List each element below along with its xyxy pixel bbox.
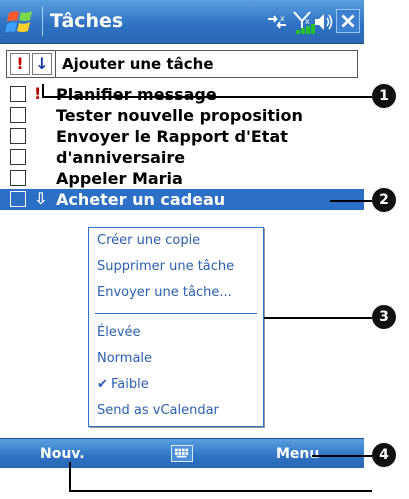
windows-flag-icon[interactable] xyxy=(5,6,37,38)
callout-line-2 xyxy=(330,200,372,202)
volume-icon[interactable] xyxy=(313,10,335,34)
svg-text:x: x xyxy=(280,14,285,23)
add-task-input[interactable] xyxy=(55,51,357,77)
menu-separator xyxy=(95,313,257,314)
priority-high-icon: ! xyxy=(34,84,42,103)
task-label: d'anniversaire xyxy=(56,148,186,167)
callout-line-1-stem xyxy=(42,84,44,97)
menu-item-delete[interactable]: Supprimer une tâche xyxy=(89,256,263,278)
softkey-bar: Nouv. Menu xyxy=(0,438,364,468)
priority-low-button[interactable]: ↓ xyxy=(32,53,52,75)
task-row[interactable]: Envoyer le Rapport d'Etat xyxy=(0,126,364,147)
add-task-toolbar: ! ↓ xyxy=(6,50,358,78)
close-icon[interactable] xyxy=(336,9,360,33)
new-softkey-button[interactable]: Nouv. xyxy=(40,443,85,465)
task-row-selected[interactable]: ⇩ Acheter un cadeau xyxy=(0,189,364,210)
task-row[interactable]: d'anniversaire xyxy=(0,147,364,168)
task-checkbox[interactable] xyxy=(10,191,26,207)
context-menu: Créer une copie Supprimer une tâche Envo… xyxy=(88,227,264,427)
task-checkbox[interactable] xyxy=(10,149,26,165)
callout-4: 4 xyxy=(372,443,396,467)
callout-1: 1 xyxy=(372,84,396,108)
task-label: Tester nouvelle proposition xyxy=(56,106,303,125)
menu-item-label: Faible xyxy=(111,377,149,392)
callout-line-1 xyxy=(42,96,372,98)
callout-2: 2 xyxy=(372,188,396,212)
menu-item-priority-high[interactable]: Élevée xyxy=(89,322,263,344)
app-title: Tâches xyxy=(50,10,124,32)
title-separator xyxy=(42,6,43,36)
task-row[interactable]: ! Planifier message xyxy=(0,84,364,105)
pocket-pc-screen: Tâches x x ! ↓ ! xyxy=(0,0,364,468)
svg-text:x: x xyxy=(305,17,310,26)
task-row[interactable]: Tester nouvelle proposition xyxy=(0,105,364,126)
task-label: Appeler Maria xyxy=(56,169,183,188)
callout-line-new-stem xyxy=(69,462,71,492)
menu-softkey-button[interactable]: Menu xyxy=(276,443,319,465)
checkmark-icon: ✔ xyxy=(97,377,108,392)
callout-line-3 xyxy=(264,317,372,319)
keyboard-icon[interactable] xyxy=(171,445,193,462)
menu-item-send[interactable]: Envoyer une tâche... xyxy=(89,282,263,304)
task-label: Planifier message xyxy=(56,85,217,104)
callout-line-new xyxy=(69,490,372,492)
title-bar: Tâches x x xyxy=(0,0,364,44)
task-label: Acheter un cadeau xyxy=(56,190,226,209)
priority-low-icon: ⇩ xyxy=(34,189,48,208)
menu-item-vcalendar[interactable]: Send as vCalendar xyxy=(89,400,263,422)
connectivity-icon[interactable]: x xyxy=(265,10,289,34)
callout-3: 3 xyxy=(372,305,396,329)
priority-high-button[interactable]: ! xyxy=(10,53,30,75)
task-checkbox[interactable] xyxy=(10,107,26,123)
task-checkbox[interactable] xyxy=(10,128,26,144)
callout-line-4 xyxy=(312,455,372,457)
task-label: Envoyer le Rapport d'Etat xyxy=(56,127,288,146)
task-row[interactable]: Appeler Maria xyxy=(0,168,364,189)
task-checkbox[interactable] xyxy=(10,86,26,102)
menu-item-priority-normal[interactable]: Normale xyxy=(89,348,263,370)
menu-item-priority-low[interactable]: ✔ Faible xyxy=(89,374,263,396)
menu-item-copy[interactable]: Créer une copie xyxy=(89,230,263,252)
task-checkbox[interactable] xyxy=(10,170,26,186)
